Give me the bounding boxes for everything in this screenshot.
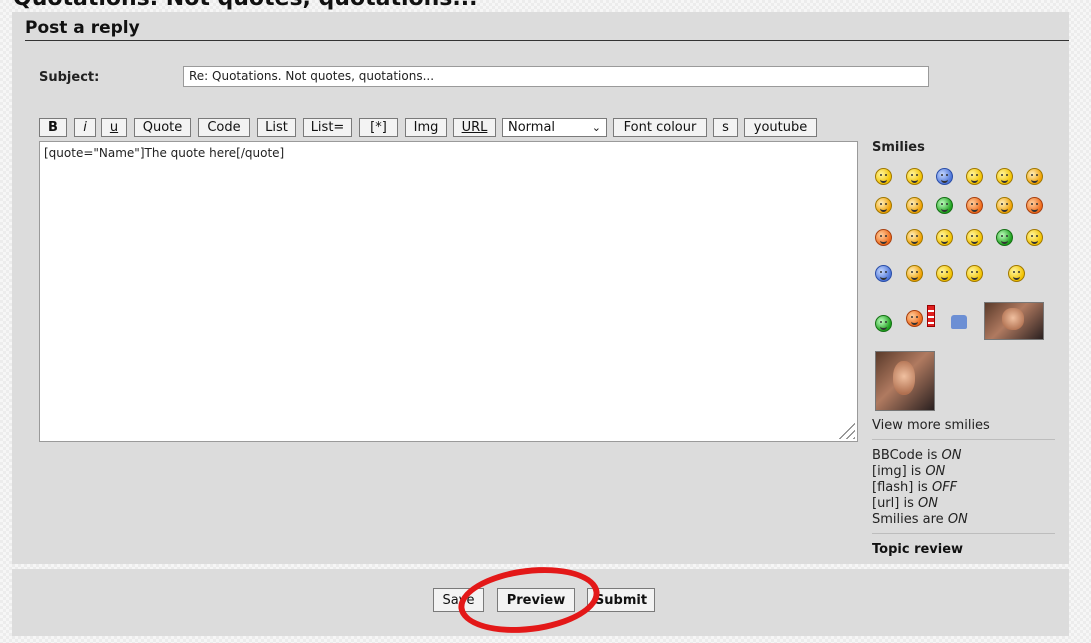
bold-button[interactable]: B bbox=[39, 118, 67, 137]
url-button[interactable]: URL bbox=[453, 118, 496, 137]
subject-label: Subject: bbox=[39, 70, 100, 85]
submit-button[interactable]: Submit bbox=[587, 588, 655, 612]
photo-smiley-icon[interactable] bbox=[984, 302, 1044, 340]
subject-input[interactable]: Re: Quotations. Not quotes, quotations..… bbox=[183, 66, 929, 87]
dizzy-icon[interactable] bbox=[936, 265, 953, 282]
divider bbox=[872, 439, 1055, 440]
neutral-icon[interactable] bbox=[966, 229, 983, 246]
question-icon[interactable] bbox=[996, 168, 1013, 185]
blue-frown-icon[interactable] bbox=[875, 265, 892, 282]
photo-smiley-icon[interactable] bbox=[875, 351, 935, 411]
preview-button[interactable]: Preview bbox=[497, 588, 575, 612]
angry-icon[interactable] bbox=[966, 197, 983, 214]
grin-icon[interactable] bbox=[996, 229, 1013, 246]
strike-button[interactable]: s bbox=[713, 118, 738, 137]
confused-icon[interactable] bbox=[966, 168, 983, 185]
underline-button[interactable]: u bbox=[101, 118, 127, 137]
sick-icon[interactable] bbox=[875, 315, 892, 332]
whistle-icon[interactable] bbox=[966, 265, 983, 282]
cool-icon[interactable] bbox=[1026, 168, 1043, 185]
happy-icon[interactable] bbox=[906, 168, 923, 185]
bbcode-status-list: BBCode is ON [img] is ON [flash] is OFF … bbox=[872, 448, 968, 527]
divider bbox=[872, 533, 1055, 534]
resize-handle[interactable] bbox=[837, 421, 855, 439]
quote-button[interactable]: Quote bbox=[134, 118, 191, 137]
view-more-smilies-link[interactable]: View more smilies bbox=[872, 418, 990, 433]
mad-icon[interactable] bbox=[906, 197, 923, 214]
eek-icon[interactable] bbox=[996, 197, 1013, 214]
italic-button[interactable]: i bbox=[74, 118, 96, 137]
img-button[interactable]: Img bbox=[405, 118, 447, 137]
gun-icon[interactable] bbox=[1008, 265, 1025, 282]
love-icon[interactable] bbox=[906, 265, 923, 282]
font-colour-button[interactable]: Font colour bbox=[613, 118, 707, 137]
laugh-icon[interactable] bbox=[875, 197, 892, 214]
smile-icon[interactable] bbox=[875, 168, 892, 185]
chevron-down-icon: ⌄ bbox=[591, 121, 601, 134]
submit-panel: Save Preview Submit bbox=[12, 569, 1069, 636]
surprised-icon[interactable] bbox=[1026, 229, 1043, 246]
bar-icon bbox=[927, 305, 935, 327]
sad-icon[interactable] bbox=[936, 168, 953, 185]
message-textarea[interactable]: [quote="Name"]The quote here[/quote] bbox=[39, 141, 858, 442]
topic-review-link[interactable]: Topic review bbox=[872, 542, 963, 557]
message-text: [quote="Name"]The quote here[/quote] bbox=[44, 146, 285, 160]
font-size-value: Normal bbox=[508, 120, 556, 135]
post-reply-panel: Post a reply Subject: Re: Quotations. No… bbox=[12, 12, 1069, 564]
evil-icon[interactable] bbox=[875, 229, 892, 246]
devil-icon[interactable] bbox=[1026, 197, 1043, 214]
list-item-button[interactable]: [*] bbox=[359, 118, 398, 137]
ordered-list-button[interactable]: List= bbox=[303, 118, 352, 137]
list-button[interactable]: List bbox=[257, 118, 296, 137]
panel-heading: Post a reply bbox=[25, 17, 1069, 41]
thumbs-up-icon[interactable] bbox=[951, 315, 967, 329]
smilies-sidebar: Smilies View more smilies BBCode is ON [… bbox=[872, 140, 1055, 557]
e-bar-icon[interactable] bbox=[906, 310, 923, 327]
green-icon[interactable] bbox=[936, 197, 953, 214]
topic-title: Quotations. Not quotes, quotations... bbox=[13, 0, 477, 11]
youtube-button[interactable]: youtube bbox=[744, 118, 817, 137]
save-button[interactable]: Save bbox=[433, 588, 484, 612]
font-size-select[interactable]: Normal ⌄ bbox=[502, 118, 607, 137]
smilies-heading: Smilies bbox=[872, 140, 925, 155]
wink-icon[interactable] bbox=[936, 229, 953, 246]
code-button[interactable]: Code bbox=[198, 118, 250, 137]
rolleyes-icon[interactable] bbox=[906, 229, 923, 246]
